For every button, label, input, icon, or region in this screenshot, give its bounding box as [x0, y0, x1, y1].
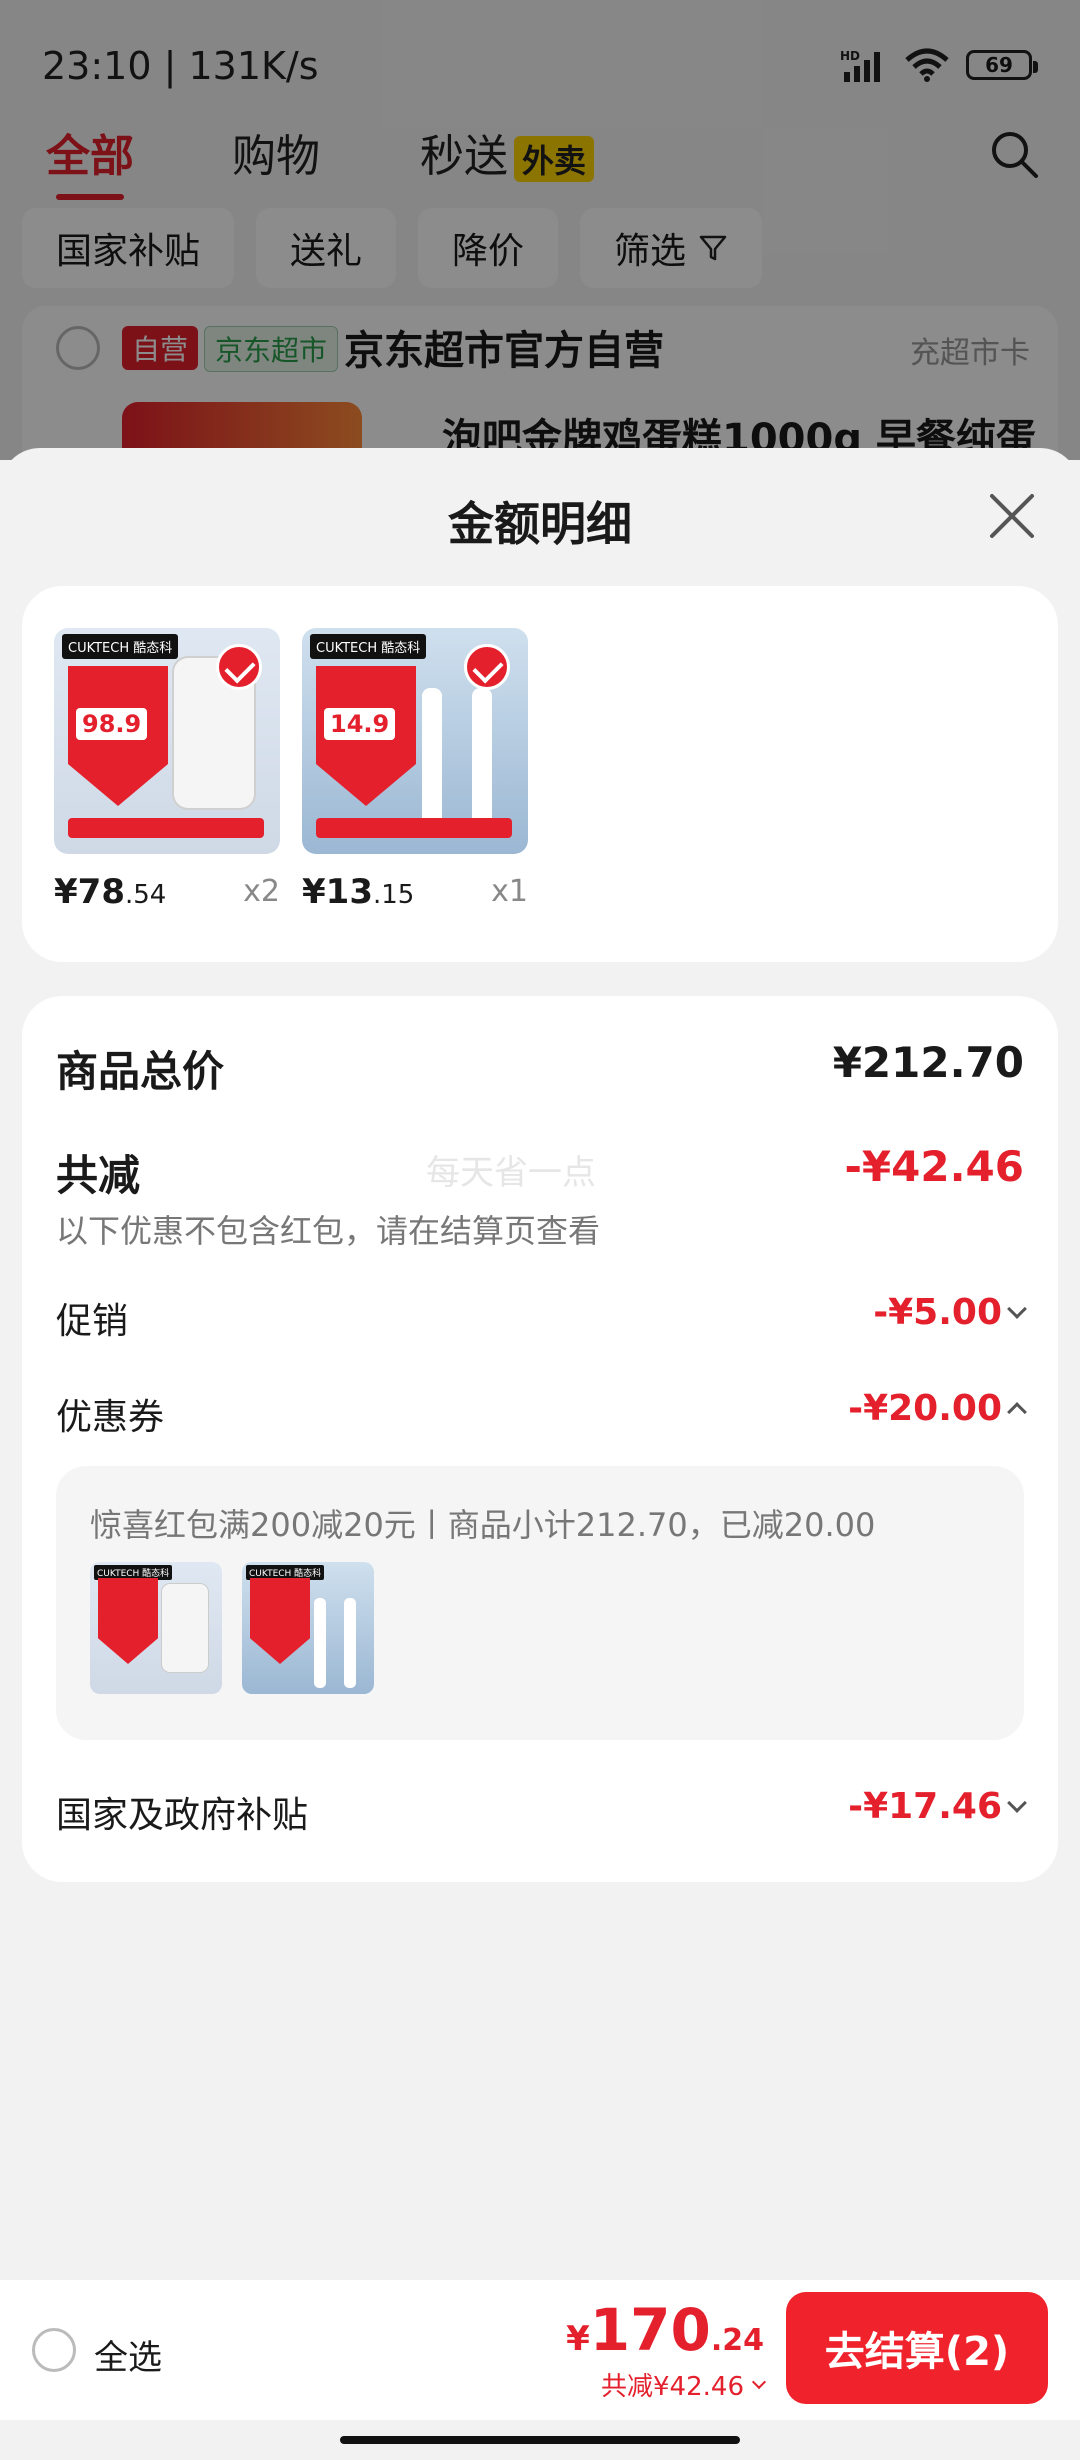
total-reduce-text: 共减¥42.46 — [601, 2372, 744, 2402]
product-price: ¥13.15 — [302, 872, 415, 912]
reduce-row: 共减 每天省一点 -¥42.46 以下优惠不包含红包，请在结算页查看 — [56, 1142, 1024, 1252]
coupon-product-thumb: CUKTECH 酷态科 — [242, 1562, 374, 1694]
coupon-row[interactable]: 优惠券 -¥20.00 — [56, 1388, 1027, 1438]
product-qty: x2 — [243, 874, 280, 909]
amount-detail-sheet: 金额明细 CUKTECH 酷态科 98.9 ¥78.54 x2 CUKTECH … — [0, 448, 1080, 2460]
total-price-row: 商品总价 ¥212.70 — [56, 1038, 1024, 1098]
coupon-product-thumb: CUKTECH 酷态科 — [90, 1562, 222, 1694]
dim-overlay[interactable] — [0, 0, 1080, 460]
chevron-up-icon — [1007, 1401, 1027, 1422]
home-indicator[interactable] — [340, 2436, 740, 2444]
selected-check-icon — [464, 644, 510, 690]
subsidy-label: 国家及政府补贴 — [56, 1795, 309, 1836]
sheet-title: 金额明细 — [448, 497, 632, 551]
promotion-label: 促销 — [56, 1301, 129, 1342]
chevron-down-icon — [751, 2374, 767, 2389]
coupon-value: -¥20.00 — [848, 1388, 1027, 1429]
promotion-row[interactable]: 促销 -¥5.00 — [56, 1292, 1027, 1342]
coupon-description: 惊喜红包满200减20元丨商品小计212.70，已减20.00 — [90, 1506, 876, 1544]
subsidy-value: -¥17.46 — [848, 1786, 1027, 1827]
products-card: CUKTECH 酷态科 98.9 ¥78.54 x2 CUKTECH 酷态科 1… — [22, 586, 1058, 962]
coupon-detail-box: 惊喜红包满200减20元丨商品小计212.70，已减20.00 CUKTECH … — [56, 1466, 1024, 1740]
total-price-label: 商品总价 — [56, 1047, 225, 1096]
background-page: 23:10 | 131K/s HD 69 全部 购物 秒送 外卖 国家补贴 送礼… — [0, 0, 1080, 460]
brand-logo: CUKTECH 酷态科 — [62, 634, 179, 659]
selected-check-icon — [216, 644, 262, 690]
reduce-label: 共减 — [56, 1151, 141, 1200]
product-item[interactable]: CUKTECH 酷态科 14.9 ¥13.15 x1 — [302, 628, 528, 922]
reduce-value: -¥42.46 — [844, 1142, 1024, 1191]
checkout-bar: 全选 ¥170.24 共减¥42.46 去结算(2) — [0, 2280, 1080, 2420]
product-qty: x1 — [491, 874, 528, 909]
product-item[interactable]: CUKTECH 酷态科 98.9 ¥78.54 x2 — [54, 628, 280, 922]
chevron-down-icon — [1007, 1298, 1027, 1319]
subsidy-row[interactable]: 国家及政府补贴 -¥17.46 — [56, 1786, 1027, 1836]
select-all-label[interactable]: 全选 — [94, 2330, 162, 2379]
coupon-label: 优惠券 — [56, 1397, 165, 1438]
total-payable: ¥170.24 — [566, 2296, 764, 2364]
close-icon[interactable] — [986, 490, 1038, 542]
amount-detail-card: 商品总价 ¥212.70 共减 每天省一点 -¥42.46 以下优惠不包含红包，… — [22, 996, 1058, 1882]
brand-logo: CUKTECH 酷态科 — [310, 634, 427, 659]
product-image-cable: CUKTECH 酷态科 14.9 — [302, 628, 528, 854]
promotion-value: -¥5.00 — [873, 1292, 1027, 1333]
checkout-button[interactable]: 去结算(2) — [786, 2292, 1048, 2404]
reduce-hint: 以下优惠不包含红包，请在结算页查看 — [56, 1212, 601, 1250]
chevron-down-icon — [1007, 1792, 1027, 1813]
select-all-radio[interactable] — [32, 2328, 76, 2372]
total-price-value: ¥212.70 — [832, 1038, 1024, 1087]
total-reduce-toggle[interactable]: 共减¥42.46 — [601, 2366, 767, 2403]
product-price: ¥78.54 — [54, 872, 167, 912]
watermark-text: 每天省一点 — [426, 1153, 596, 1193]
product-image-power-bank: CUKTECH 酷态科 98.9 — [54, 628, 280, 854]
